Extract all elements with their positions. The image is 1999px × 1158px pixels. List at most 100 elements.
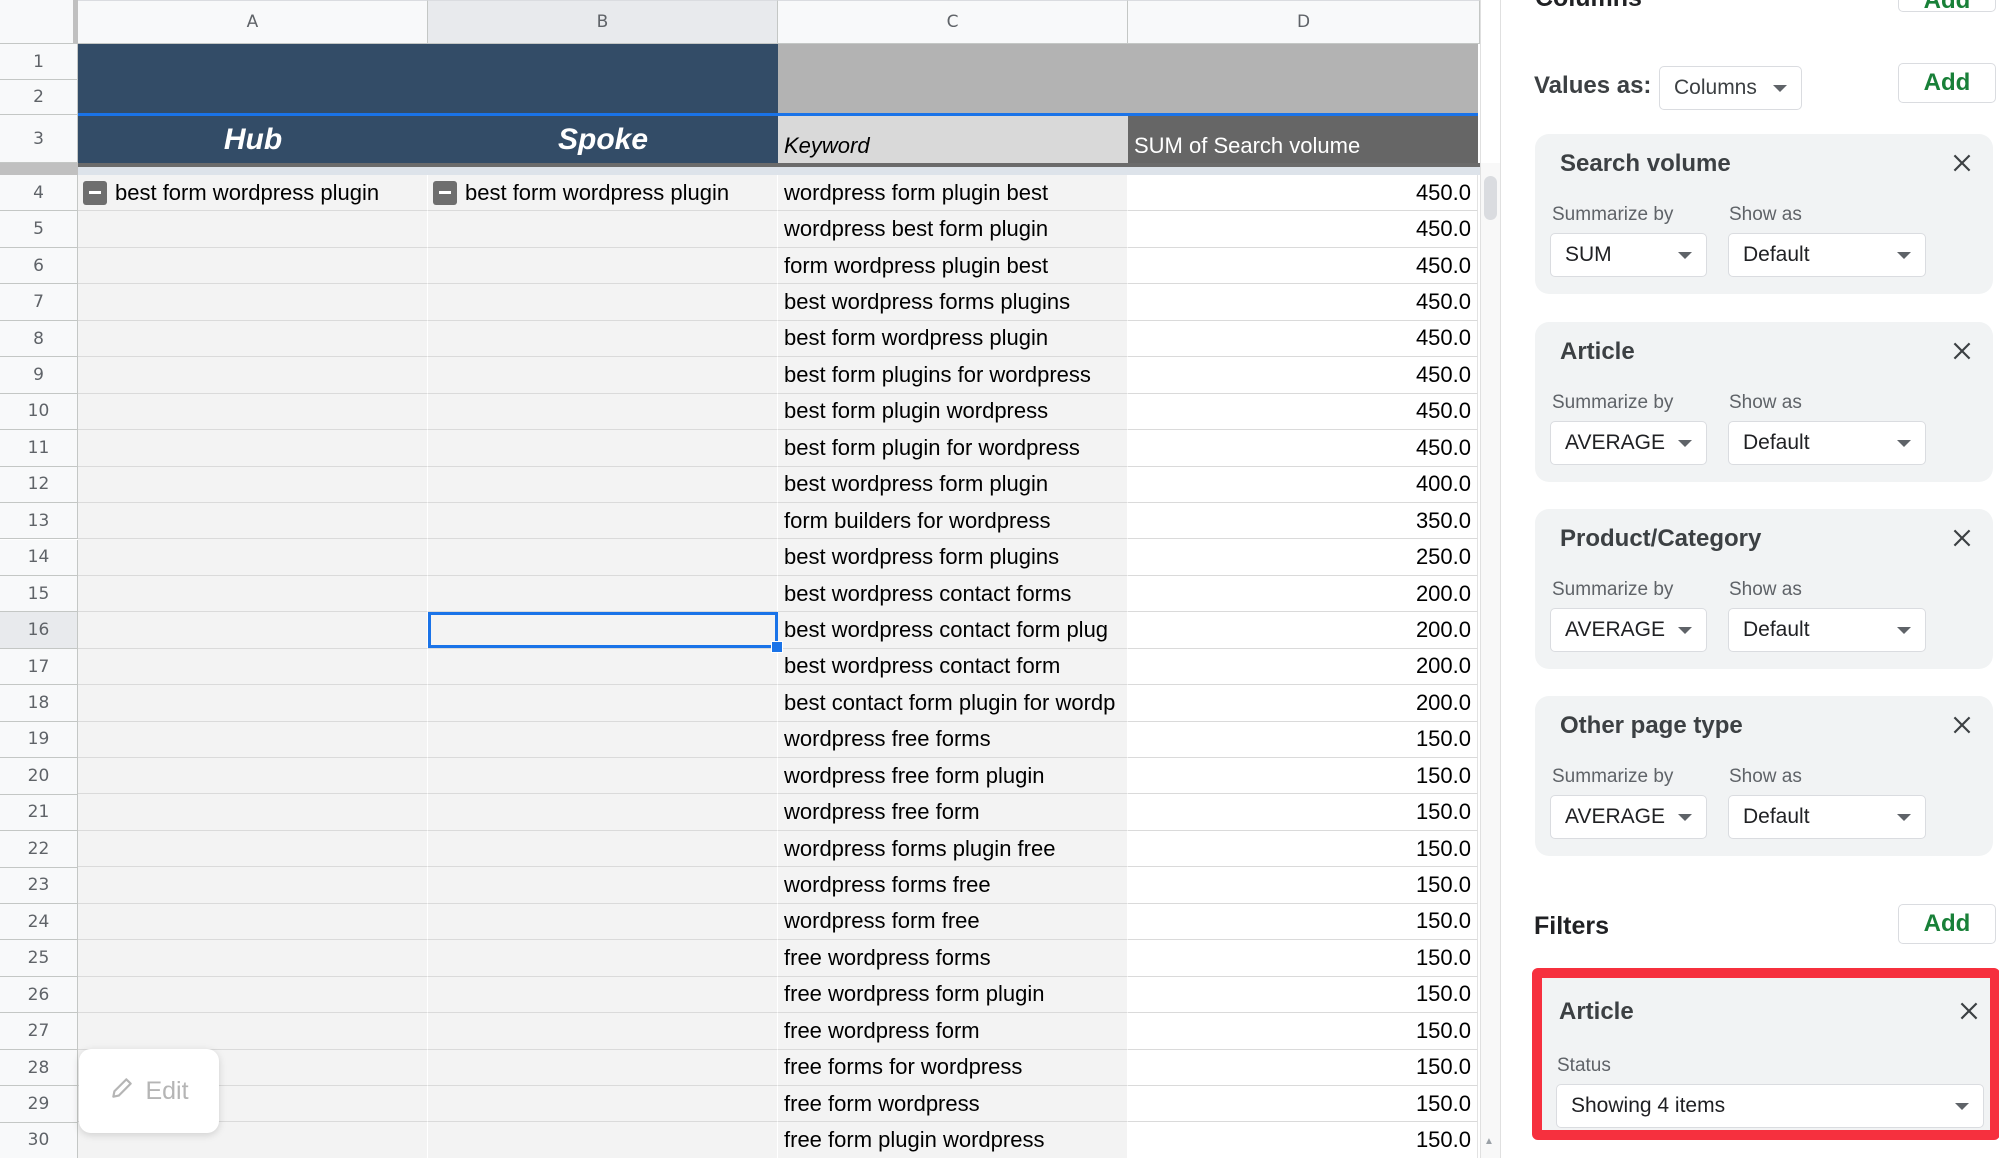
keyword-cell[interactable]: wordpress best form plugin [778,211,1128,248]
search-volume-cell[interactable]: 450.0 [1128,430,1478,467]
keyword-cell[interactable]: best wordpress form plugins [778,539,1128,576]
spoke-cell[interactable] [428,539,778,576]
vertical-scrollbar[interactable] [1480,163,1500,1158]
search-volume-cell[interactable]: 150.0 [1128,903,1478,941]
hub-cell[interactable] [78,903,428,941]
hub-cell[interactable] [78,867,428,904]
keyword-cell[interactable]: free wordpress form plugin [778,976,1128,1014]
keyword-cell[interactable]: wordpress form free [778,903,1128,941]
summarize-by-dropdown[interactable]: AVERAGE [1550,608,1707,652]
hub-cell[interactable]: best form wordpress plugin [78,175,428,212]
spoke-cell[interactable] [428,1049,778,1086]
keyword-cell[interactable]: best wordpress contact form [778,648,1128,686]
hub-cell[interactable] [78,393,428,431]
keyword-column-title[interactable]: Keyword [778,116,1128,163]
fill-handle[interactable] [771,641,783,653]
row-header-24[interactable]: 24 [0,904,78,941]
search-volume-cell[interactable]: 450.0 [1128,247,1478,285]
row-header-23[interactable]: 23 [0,867,78,904]
column-header-a[interactable]: A [78,0,428,44]
keyword-cell[interactable]: form builders for wordpress [778,502,1128,540]
filters-add-button[interactable]: Add [1898,904,1996,944]
hub-cell[interactable] [78,320,428,358]
keyword-cell[interactable]: wordpress free form [778,794,1128,831]
hub-cell[interactable] [78,758,428,795]
hub-cell[interactable] [78,430,428,467]
spoke-cell[interactable] [428,320,778,358]
keyword-cell[interactable]: wordpress forms free [778,867,1128,904]
keyword-cell[interactable]: wordpress free forms [778,721,1128,758]
spoke-cell[interactable] [428,648,778,686]
collapse-hub-button[interactable] [83,180,107,205]
spoke-cell[interactable] [428,357,778,394]
hub-cell[interactable] [78,1013,428,1050]
hub-cell[interactable] [78,284,428,321]
values-add-button[interactable]: Add [1898,63,1996,103]
row-header-6[interactable]: 6 [0,247,78,285]
row-header-12[interactable]: 12 [0,466,78,504]
search-volume-cell[interactable]: 150.0 [1128,1049,1478,1086]
edit-pivot-button[interactable]: Edit [79,1049,219,1133]
row-header-29[interactable]: 29 [0,1086,78,1123]
spoke-cell[interactable] [428,430,778,467]
hub-cell[interactable] [78,976,428,1014]
search-volume-cell[interactable]: 450.0 [1128,357,1478,394]
spoke-cell[interactable] [428,1122,778,1158]
hub-cell[interactable] [78,211,428,248]
search-volume-cell[interactable]: 450.0 [1128,320,1478,358]
spoke-cell[interactable] [428,247,778,285]
search-volume-cell[interactable]: 200.0 [1128,575,1478,613]
keyword-cell[interactable]: free wordpress forms [778,940,1128,977]
keyword-cell[interactable]: best contact form plugin for wordp [778,685,1128,722]
row-header-7[interactable]: 7 [0,284,78,321]
keyword-cell[interactable]: best wordpress form plugin [778,466,1128,503]
search-volume-cell[interactable]: 150.0 [1128,1013,1478,1050]
row-header-2[interactable]: 2 [0,80,78,115]
search-volume-cell[interactable]: 150.0 [1128,867,1478,904]
row-header-21[interactable]: 21 [0,794,78,832]
summarize-by-dropdown[interactable]: SUM [1550,233,1707,277]
spoke-cell[interactable] [428,393,778,431]
hub-cell[interactable] [78,940,428,977]
close-icon[interactable] [1949,712,1975,738]
close-icon[interactable] [1949,150,1975,176]
show-as-dropdown[interactable]: Default [1728,421,1926,465]
frozen-rows-divider[interactable] [0,163,1480,175]
spoke-cell[interactable] [428,502,778,540]
search-volume-cell[interactable]: 200.0 [1128,685,1478,722]
row-header-13[interactable]: 13 [0,503,78,540]
column-header-c[interactable]: C [778,0,1128,44]
column-header-b[interactable]: B [428,0,778,44]
row-header-10[interactable]: 10 [0,393,78,431]
select-all-corner[interactable] [0,0,78,44]
filter-status-dropdown[interactable]: Showing 4 items [1556,1084,1984,1128]
spoke-cell[interactable] [428,794,778,831]
spoke-cell[interactable] [428,940,778,977]
close-icon[interactable] [1949,525,1975,551]
search-volume-cell[interactable]: 250.0 [1128,539,1478,576]
row-header-20[interactable]: 20 [0,758,78,795]
hub-cell[interactable] [78,648,428,686]
spoke-cell[interactable] [428,1085,778,1123]
spoke-cell[interactable] [428,758,778,795]
row-header-16[interactable]: 16 [0,612,78,649]
sum-search-volume-title[interactable]: SUM of Search volume [1128,116,1478,163]
row-header-14[interactable]: 14 [0,539,78,576]
hub-cell[interactable] [78,575,428,613]
summarize-by-dropdown[interactable]: AVERAGE [1550,421,1707,465]
row-header-3[interactable]: 3 [0,115,78,163]
keyword-cell[interactable]: free form plugin wordpress [778,1122,1128,1158]
row-header-17[interactable]: 17 [0,648,78,686]
search-volume-cell[interactable]: 200.0 [1128,648,1478,686]
keyword-cell[interactable]: best form plugin wordpress [778,393,1128,431]
search-volume-cell[interactable]: 150.0 [1128,976,1478,1014]
search-volume-cell[interactable]: 150.0 [1128,758,1478,795]
search-volume-cell[interactable]: 350.0 [1128,502,1478,540]
keyword-cell[interactable]: free form wordpress [778,1085,1128,1123]
search-volume-cell[interactable]: 450.0 [1128,175,1478,212]
row-header-30[interactable]: 30 [0,1122,78,1158]
keyword-cell[interactable]: best wordpress contact forms [778,575,1128,613]
search-volume-cell[interactable]: 400.0 [1128,466,1478,503]
show-as-dropdown[interactable]: Default [1728,233,1926,277]
hub-cell[interactable] [78,794,428,831]
